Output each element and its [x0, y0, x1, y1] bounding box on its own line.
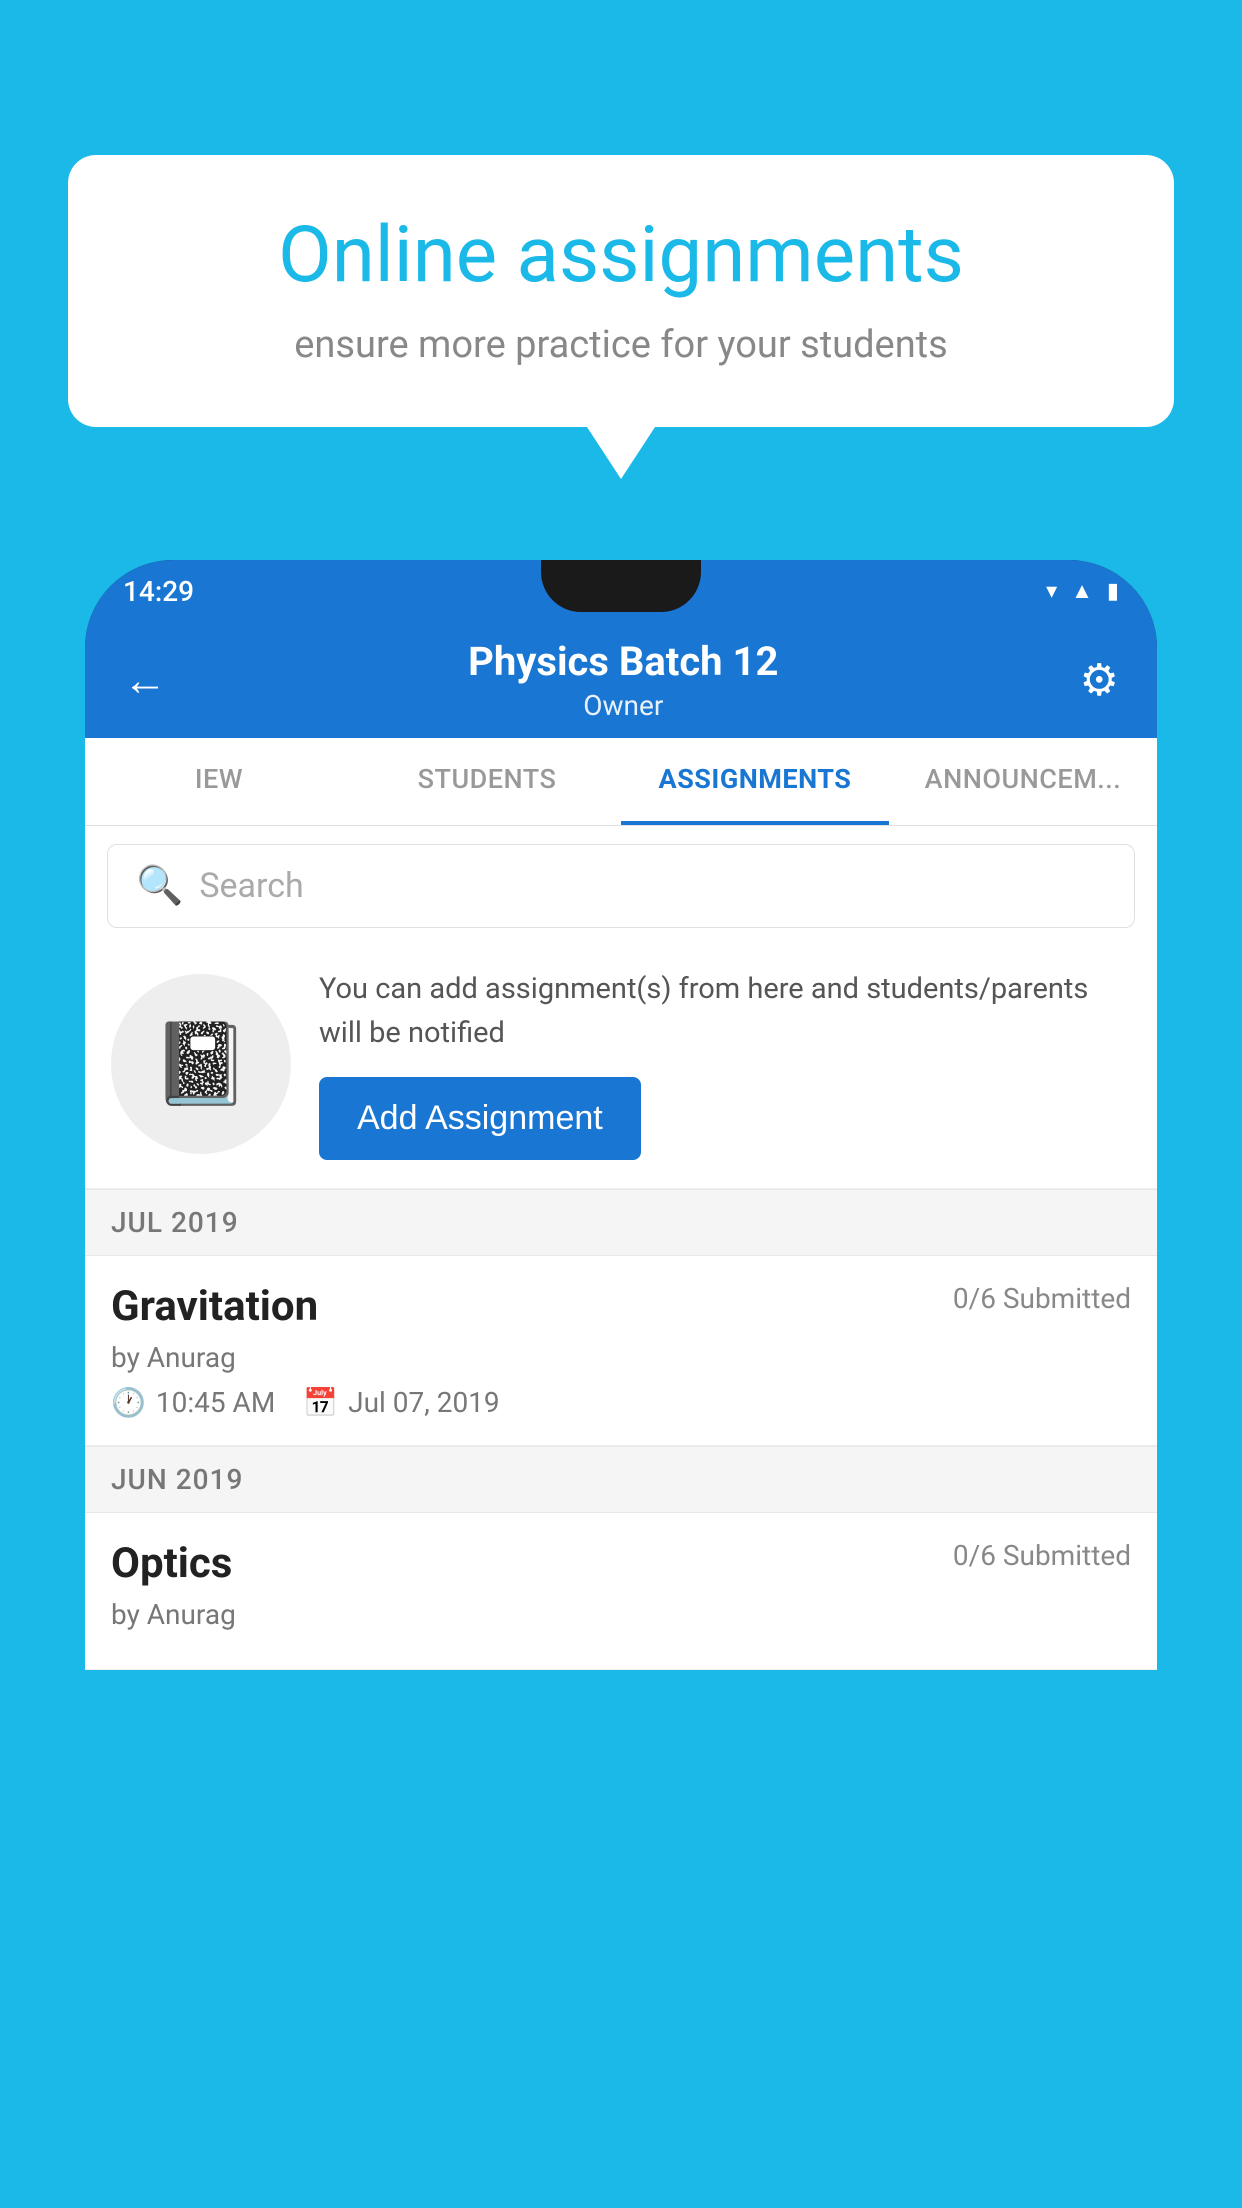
assignment-time-gravitation: 🕐 10:45 AM — [111, 1386, 275, 1419]
clock-icon: 🕐 — [111, 1386, 146, 1419]
assignment-meta-gravitation: 🕐 10:45 AM 📅 Jul 07, 2019 — [111, 1386, 1131, 1419]
app-bar-title: Physics Batch 12 Owner — [167, 638, 1080, 722]
tab-iew[interactable]: IEW — [85, 738, 353, 825]
section-header-jul: JUL 2019 — [85, 1189, 1157, 1256]
assignment-name-gravitation: Gravitation — [111, 1282, 318, 1331]
notch — [541, 560, 701, 612]
assignment-date-gravitation: 📅 Jul 07, 2019 — [303, 1386, 499, 1419]
promo-description: You can add assignment(s) from here and … — [319, 968, 1131, 1055]
notebook-icon-circle: 📓 — [111, 974, 291, 1154]
assignment-optics[interactable]: Optics 0/6 Submitted by Anurag — [85, 1513, 1157, 1670]
assignment-row1: Gravitation 0/6 Submitted — [111, 1282, 1131, 1331]
search-placeholder: Search — [199, 866, 303, 906]
tab-bar: IEW STUDENTS ASSIGNMENTS ANNOUNCEM... — [85, 738, 1157, 826]
calendar-icon: 📅 — [303, 1386, 338, 1419]
assignment-submitted-optics: 0/6 Submitted — [953, 1539, 1131, 1572]
batch-title: Physics Batch 12 — [167, 638, 1080, 685]
search-bar-container: 🔍 Search — [85, 826, 1157, 946]
section-header-jun: JUN 2019 — [85, 1446, 1157, 1513]
bubble-title: Online assignments — [128, 210, 1114, 301]
assignment-author-gravitation: by Anurag — [111, 1341, 1131, 1374]
speech-bubble: Online assignments ensure more practice … — [68, 155, 1174, 427]
phone-container: 14:29 ▾ ▲ ▮ ← Physics Batch 12 Owner ⚙ I… — [85, 560, 1157, 2208]
status-time: 14:29 — [123, 575, 194, 608]
owner-subtitle: Owner — [167, 689, 1080, 722]
back-button[interactable]: ← — [123, 654, 167, 706]
assignment-gravitation[interactable]: Gravitation 0/6 Submitted by Anurag 🕐 10… — [85, 1256, 1157, 1446]
assignment-row1-optics: Optics 0/6 Submitted — [111, 1539, 1131, 1588]
tab-students[interactable]: STUDENTS — [353, 738, 621, 825]
battery-icon: ▮ — [1107, 579, 1119, 604]
assignment-author-optics: by Anurag — [111, 1598, 1131, 1631]
tab-announcements[interactable]: ANNOUNCEM... — [889, 738, 1157, 825]
settings-icon[interactable]: ⚙ — [1080, 654, 1119, 706]
status-bar: 14:29 ▾ ▲ ▮ — [85, 560, 1157, 622]
assignment-name-optics: Optics — [111, 1539, 232, 1588]
app-content: 🔍 Search 📓 You can add assignment(s) fro… — [85, 826, 1157, 1670]
bubble-subtitle: ensure more practice for your students — [128, 323, 1114, 367]
notebook-icon: 📓 — [151, 1017, 251, 1111]
promo-right: You can add assignment(s) from here and … — [319, 968, 1131, 1160]
app-bar: ← Physics Batch 12 Owner ⚙ — [85, 622, 1157, 738]
speech-bubble-container: Online assignments ensure more practice … — [68, 155, 1174, 427]
tab-assignments[interactable]: ASSIGNMENTS — [621, 738, 889, 825]
search-icon: 🔍 — [136, 864, 183, 908]
signal-icon: ▲ — [1071, 578, 1093, 604]
assignment-promo: 📓 You can add assignment(s) from here an… — [85, 946, 1157, 1189]
assignment-submitted-gravitation: 0/6 Submitted — [953, 1282, 1131, 1315]
phone-frame: 14:29 ▾ ▲ ▮ ← Physics Batch 12 Owner ⚙ I… — [85, 560, 1157, 1670]
search-bar[interactable]: 🔍 Search — [107, 844, 1135, 928]
wifi-icon: ▾ — [1046, 579, 1057, 604]
add-assignment-button[interactable]: Add Assignment — [319, 1077, 641, 1160]
status-icons: ▾ ▲ ▮ — [1046, 578, 1119, 604]
